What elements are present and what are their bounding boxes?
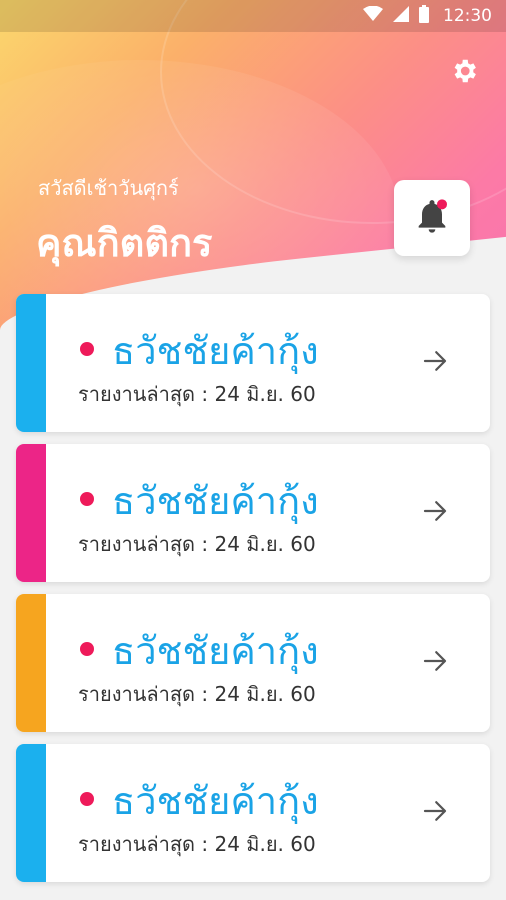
- status-dot: [80, 792, 94, 806]
- card-title: ธวัชชัยค้ากุ้ง: [112, 779, 319, 823]
- arrow-right-icon[interactable]: [420, 796, 450, 826]
- card-title: ธวัชชัยค้ากุ้ง: [112, 479, 319, 523]
- user-name: คุณกิตติกร: [36, 221, 213, 265]
- bell-icon: [412, 196, 452, 240]
- report-card[interactable]: ธวัชชัยค้ากุ้งรายงานล่าสุด : 24 มิ.ย. 60: [16, 744, 490, 882]
- card-title: ธวัชชัยค้ากุ้ง: [112, 329, 319, 373]
- card-color-stripe: [16, 294, 46, 432]
- status-dot: [80, 342, 94, 356]
- notification-button[interactable]: [394, 180, 470, 256]
- card-color-stripe: [16, 444, 46, 582]
- card-subtitle: รายงานล่าสุด : 24 มิ.ย. 60: [78, 832, 316, 856]
- status-dot: [80, 642, 94, 656]
- wifi-icon: [363, 5, 383, 26]
- card-color-stripe: [16, 744, 46, 882]
- card-subtitle: รายงานล่าสุด : 24 มิ.ย. 60: [78, 382, 316, 406]
- report-card[interactable]: ธวัชชัยค้ากุ้งรายงานล่าสุด : 24 มิ.ย. 60: [16, 444, 490, 582]
- report-card[interactable]: ธวัชชัยค้ากุ้งรายงานล่าสุด : 24 มิ.ย. 60: [16, 294, 490, 432]
- arrow-right-icon[interactable]: [420, 496, 450, 526]
- arrow-right-icon[interactable]: [420, 646, 450, 676]
- battery-icon: [419, 5, 429, 27]
- signal-icon: [393, 6, 409, 26]
- greeting-text: สวัสดีเช้าวันศุกร์: [38, 176, 179, 200]
- card-subtitle: รายงานล่าสุด : 24 มิ.ย. 60: [78, 682, 316, 706]
- card-title: ธวัชชัยค้ากุ้ง: [112, 629, 319, 673]
- status-dot: [80, 492, 94, 506]
- status-bar: 12:30: [0, 0, 506, 32]
- arrow-right-icon[interactable]: [420, 346, 450, 376]
- card-subtitle: รายงานล่าสุด : 24 มิ.ย. 60: [78, 532, 316, 556]
- clock: 12:30: [443, 6, 492, 26]
- card-color-stripe: [16, 594, 46, 732]
- report-card[interactable]: ธวัชชัยค้ากุ้งรายงานล่าสุด : 24 มิ.ย. 60: [16, 594, 490, 732]
- settings-gear-icon[interactable]: [448, 56, 480, 88]
